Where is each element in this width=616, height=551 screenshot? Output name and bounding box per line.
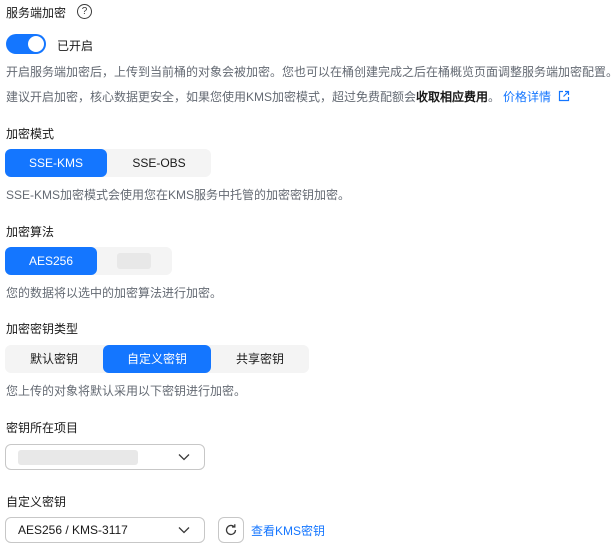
fee-notice: 收取相应费用 [416, 90, 489, 104]
redacted-project-value [18, 450, 138, 465]
key-type-option-default[interactable]: 默认密钥 [5, 345, 103, 373]
algorithm-hint: 您的数据将以选中的加密算法进行加密。 [6, 286, 223, 300]
toggle-label: 已开启 [57, 39, 94, 53]
chevron-down-icon [178, 454, 190, 461]
custom-key-title: 自定义密钥 [6, 495, 67, 509]
advice-suffix: 。 [488, 90, 501, 104]
price-details-link[interactable]: 价格详情 [503, 88, 570, 105]
custom-key-value: AES256 / KMS-3117 [18, 523, 128, 537]
key-type-option-custom[interactable]: 自定义密钥 [103, 345, 211, 373]
key-type-selector: 默认密钥 自定义密钥 共享密钥 [5, 345, 309, 373]
price-link-label: 价格详情 [503, 90, 552, 104]
custom-key-select[interactable]: AES256 / KMS-3117 [5, 517, 205, 543]
toggle-knob [28, 36, 44, 52]
mode-hint: SSE-KMS加密模式会使用您在KMS服务中托管的加密密钥加密。 [6, 188, 351, 202]
mode-option-sse-kms[interactable]: SSE-KMS [5, 149, 107, 177]
encryption-advice: 建议开启加密，核心数据更安全，如果您使用KMS加密模式，超过免费配额会收取相应费… [6, 88, 500, 105]
project-select[interactable] [5, 444, 205, 470]
project-title: 密钥所在项目 [6, 421, 79, 435]
algorithm-option-redacted[interactable] [97, 247, 172, 275]
mode-option-sse-obs[interactable]: SSE-OBS [107, 149, 211, 177]
encryption-toggle[interactable] [6, 34, 46, 54]
key-type-option-shared[interactable]: 共享密钥 [211, 345, 309, 373]
external-link-icon [559, 90, 570, 102]
encryption-desc: 开启服务端加密后，上传到当前桶的对象会被加密。您也可以在桶创建完成之后在桶概览页… [6, 65, 616, 79]
mode-selector: SSE-KMS SSE-OBS [5, 149, 211, 177]
mode-title: 加密模式 [6, 127, 55, 141]
advice-text: 建议开启加密，核心数据更安全，如果您使用KMS加密模式，超过免费配额会 [6, 90, 417, 104]
redacted-block [117, 253, 151, 269]
key-type-hint: 您上传的对象将默认采用以下密钥进行加密。 [6, 384, 247, 398]
view-kms-keys-link[interactable]: 查看KMS密钥 [251, 522, 325, 539]
algorithm-selector: AES256 [5, 247, 172, 275]
algorithm-title: 加密算法 [6, 225, 55, 239]
algorithm-option-aes256[interactable]: AES256 [5, 247, 97, 275]
encryption-title: 服务端加密 [6, 6, 67, 20]
refresh-button[interactable] [218, 517, 244, 543]
help-icon[interactable]: ? [77, 4, 92, 19]
key-type-title: 加密密钥类型 [6, 322, 79, 336]
chevron-down-icon [178, 527, 190, 534]
refresh-icon [225, 524, 237, 536]
